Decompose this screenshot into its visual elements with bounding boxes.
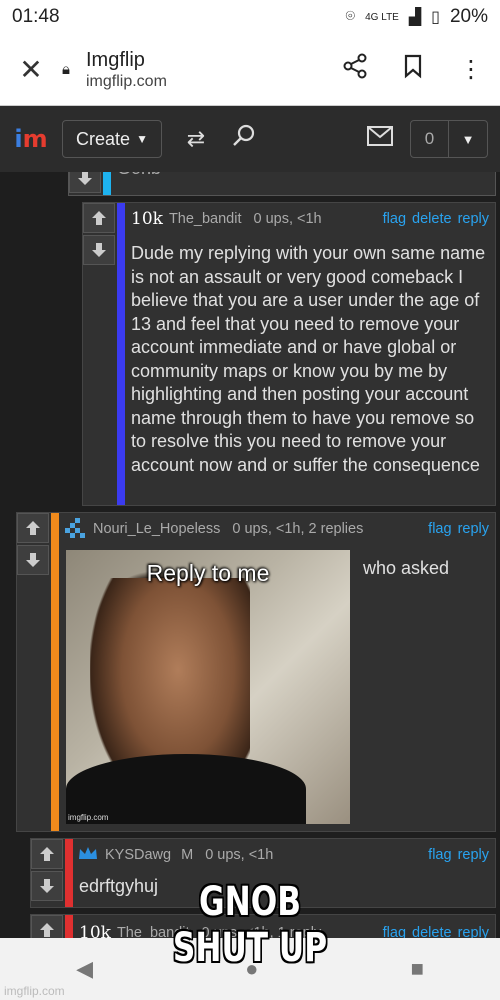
- flag-link[interactable]: flag: [383, 211, 406, 227]
- comment-the-bandit: 10k The_bandit 0 ups, <1h flag delete re…: [82, 202, 496, 506]
- vote-controls: [17, 513, 49, 577]
- downvote-button[interactable]: [83, 235, 115, 265]
- user-avatar-icon: [63, 516, 89, 542]
- page-url: imgflip.com: [86, 72, 167, 90]
- clock: 01:48: [12, 6, 60, 27]
- browser-toolbar: ✕ 🔒︎ Imgflip imgflip.com ⋮: [0, 34, 500, 106]
- chevron-down-icon[interactable]: ▼: [449, 121, 487, 157]
- battery-icon: ▯: [431, 9, 440, 26]
- notification-count: 0: [411, 121, 449, 157]
- location-icon: ⌾: [345, 8, 356, 25]
- upvote-button[interactable]: [31, 839, 63, 869]
- comment-meta: 0 ups, <1h: [253, 211, 322, 227]
- meme-caption: Reply to me: [146, 560, 270, 586]
- shuffle-icon[interactable]: ⇄: [172, 126, 220, 152]
- comment-text: Dude my replying with your own same name…: [131, 243, 486, 475]
- overlay-line-1: GNOB: [198, 879, 302, 925]
- page-title: Imgflip: [86, 48, 145, 71]
- battery-level: 20%: [449, 6, 488, 27]
- overlay-line-2: SHUT UP: [172, 925, 328, 971]
- create-label: Create: [76, 128, 131, 149]
- downvote-button[interactable]: [17, 545, 49, 575]
- meme-image[interactable]: Reply to me imgflip.com: [66, 550, 350, 824]
- reply-link[interactable]: reply: [458, 521, 489, 537]
- comment-meta: 0 ups, <1h: [205, 847, 274, 863]
- site-header: im Create ▼ ⇄ 0 ▼: [0, 106, 500, 172]
- comment-meta: 0 ups, <1h, 2 replies: [232, 521, 364, 537]
- share-icon[interactable]: [326, 53, 384, 86]
- comment-text: who asked: [363, 558, 450, 578]
- downvote-button[interactable]: [69, 172, 101, 193]
- comment-header: KYSDawg M 0 ups, <1h flag reply: [77, 845, 495, 865]
- comment-feed: Gonb 10k The_bandit 0 ups, <1h flag dele…: [0, 172, 500, 938]
- signal-icon: ▟: [408, 9, 422, 26]
- lock-icon: 🔒︎: [62, 61, 70, 78]
- flag-link[interactable]: flag: [428, 521, 451, 537]
- rank-badge: 10k: [131, 209, 163, 229]
- close-icon[interactable]: ✕: [0, 53, 62, 86]
- more-vert-icon[interactable]: ⋮: [442, 55, 500, 84]
- create-button[interactable]: Create ▼: [62, 120, 162, 158]
- thread-bar: [51, 513, 59, 831]
- upvote-button[interactable]: [17, 513, 49, 543]
- username-link[interactable]: Nouri_Le_Hopeless: [93, 521, 220, 537]
- mod-badge: M: [181, 847, 194, 863]
- thread-bar: [103, 172, 111, 195]
- notification-counter[interactable]: 0 ▼: [410, 120, 488, 158]
- crown-icon: [77, 845, 99, 865]
- comment-header: Nouri_Le_Hopeless 0 ups, <1h, 2 replies …: [63, 516, 495, 542]
- imgflip-watermark: imgflip.com: [4, 984, 65, 998]
- comment-text: Gonb: [117, 172, 161, 181]
- thread-bar: [117, 203, 125, 505]
- meme-watermark: imgflip.com: [68, 813, 109, 822]
- delete-link[interactable]: delete: [412, 211, 452, 227]
- search-icon[interactable]: [220, 123, 268, 155]
- vote-controls: [83, 203, 115, 267]
- comment-partial: Gonb: [68, 172, 496, 196]
- flag-link[interactable]: flag: [428, 847, 451, 863]
- caret-down-icon: ▼: [136, 132, 148, 146]
- username-link[interactable]: The_bandit: [169, 211, 242, 227]
- page-title-block[interactable]: Imgflip imgflip.com: [86, 49, 326, 91]
- username-link[interactable]: KYSDawg: [105, 847, 171, 863]
- bookmark-icon[interactable]: [384, 53, 442, 86]
- upvote-button[interactable]: [83, 203, 115, 233]
- status-bar: 01:48 ⌾ 4G LTE ▟ ▯ 20%: [0, 0, 500, 34]
- mail-icon[interactable]: [350, 126, 410, 152]
- reply-link[interactable]: reply: [458, 211, 489, 227]
- network-label: 4G LTE: [365, 11, 399, 23]
- imgflip-logo[interactable]: im: [0, 125, 62, 153]
- comment-header: 10k The_bandit 0 ups, <1h flag delete re…: [131, 209, 495, 229]
- reply-link[interactable]: reply: [458, 925, 489, 938]
- reply-link[interactable]: reply: [458, 847, 489, 863]
